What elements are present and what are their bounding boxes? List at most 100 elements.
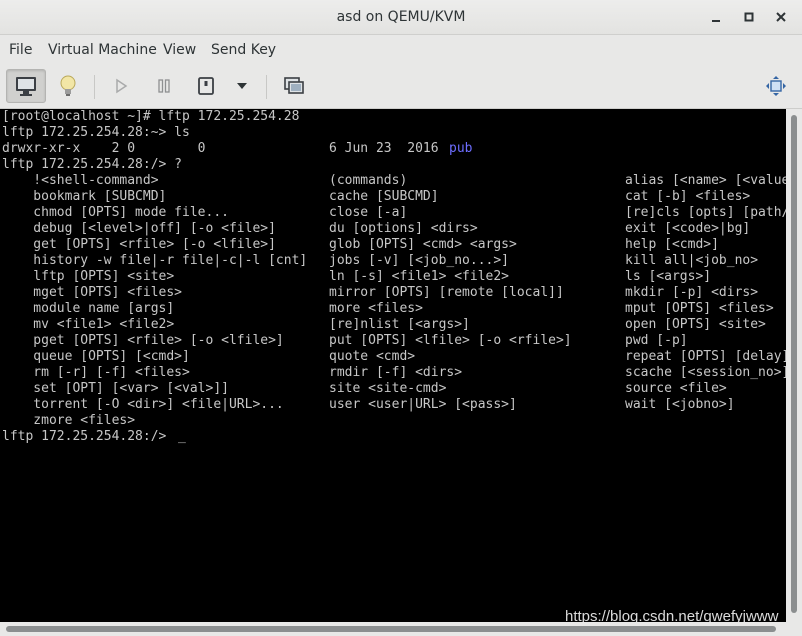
menu-virtual-machine[interactable]: Virtual Machine bbox=[48, 42, 157, 58]
terminal-text: mget [OPTS] <files> bbox=[2, 285, 183, 300]
terminal-text: source <file> bbox=[625, 381, 727, 396]
terminal-text: get [OPTS] <rfile> [-o <lfile>] bbox=[2, 237, 276, 252]
terminal-text: put [OPTS] <lfile> [-o <rfile>] bbox=[329, 333, 572, 348]
vertical-scroll-thumb[interactable] bbox=[791, 115, 797, 613]
power-icon bbox=[198, 77, 214, 95]
terminal-text: lftp 172.25.254.28:~> ls bbox=[2, 125, 190, 140]
terminal-text: bookmark [SUBCMD] bbox=[2, 189, 167, 204]
terminal-line: lftp 172.25.254.28:~> ls bbox=[2, 125, 786, 141]
play-icon bbox=[116, 78, 128, 94]
terminal-line: zmore <files> bbox=[2, 413, 786, 429]
horizontal-scroll-thumb[interactable] bbox=[6, 626, 776, 632]
terminal-text: open [OPTS] <site> bbox=[625, 317, 766, 332]
lightbulb-icon bbox=[60, 75, 76, 96]
close-button[interactable] bbox=[772, 8, 790, 26]
menu-send-key[interactable]: Send Key bbox=[211, 42, 276, 58]
terminal-line: [root@localhost ~]# lftp 172.25.254.28 bbox=[2, 109, 786, 125]
details-view-button[interactable] bbox=[50, 69, 86, 103]
title-bar: asd on QEMU/KVM bbox=[0, 0, 802, 35]
dropdown-arrow-icon bbox=[237, 83, 247, 89]
terminal-text: chmod [OPTS] mode file... bbox=[2, 205, 229, 220]
terminal-text: quote <cmd> bbox=[329, 349, 416, 364]
terminal-text: mput [OPTS] <files> bbox=[625, 301, 774, 316]
terminal-text: ln [-s] <file1> <file2> bbox=[329, 269, 510, 284]
terminal-text: ls [<args>] bbox=[625, 269, 712, 284]
vm-console-display[interactable]: [root@localhost ~]# lftp 172.25.254.28 lf… bbox=[0, 109, 786, 622]
terminal-text: exit [<code>|bg] bbox=[625, 221, 751, 236]
terminal-text: alias [<name> [<value bbox=[625, 173, 786, 188]
terminal-text: lftp 172.25.254.28:/> ? bbox=[2, 157, 183, 172]
terminal-prompt: lftp 172.25.254.28:/> bbox=[2, 429, 175, 444]
terminal-line: !<shell-command> (commands) alias [<name> … bbox=[2, 173, 786, 189]
terminal-text: site <site-cmd> bbox=[329, 381, 447, 396]
minimize-icon bbox=[712, 20, 720, 22]
window-title: asd on QEMU/KVM bbox=[336, 9, 466, 25]
monitor-icon bbox=[16, 77, 36, 96]
terminal-text: glob [OPTS] <cmd> <args> bbox=[329, 237, 517, 252]
close-icon bbox=[776, 12, 786, 22]
terminal-line: queue [OPTS] [<cmd>] quote <cmd> repeat [O… bbox=[2, 349, 786, 365]
terminal-line: bookmark [SUBCMD] cache [SUBCMD] cat [-b] … bbox=[2, 189, 786, 205]
terminal-text: pget [OPTS] <rfile> [-o <lfile>] bbox=[2, 333, 284, 348]
terminal-line: set [OPT] [<var> [<val>]] site <site-cmd>… bbox=[2, 381, 786, 397]
minimize-button[interactable] bbox=[707, 8, 725, 26]
terminal-line: history -w file|-r file|-c|-l [cnt] jobs … bbox=[2, 253, 786, 269]
terminal-text: debug [<level>|off] [-o <file>] bbox=[2, 221, 276, 236]
console-view-button[interactable] bbox=[6, 69, 46, 103]
terminal-text: mirror [OPTS] [remote [local]] bbox=[329, 285, 564, 300]
terminal-text: mkdir [-p] <dirs> bbox=[625, 285, 759, 300]
terminal-line: lftp [OPTS] <site> ln [-s] <file1> <file2… bbox=[2, 269, 786, 285]
shutdown-button[interactable] bbox=[188, 69, 224, 103]
horizontal-scrollbar[interactable] bbox=[0, 622, 786, 636]
terminal-line: drwxr-xr-x 2 0 0 6 Jun 23 2016 pub bbox=[2, 141, 786, 157]
terminal-text: [root@localhost ~]# lftp 172.25.254.28 bbox=[2, 109, 300, 124]
menu-view[interactable]: View bbox=[163, 42, 196, 58]
terminal-text: zmore <files> bbox=[2, 413, 136, 428]
terminal-text: cache [SUBCMD] bbox=[329, 189, 439, 204]
terminal-text: du [options] <dirs> bbox=[329, 221, 478, 236]
toolbar-separator bbox=[266, 75, 267, 99]
fullscreen-icon bbox=[766, 76, 786, 96]
terminal-text: rmdir [-f] <dirs> bbox=[329, 365, 463, 380]
directory-name: pub bbox=[449, 141, 473, 156]
terminal-text: (commands) bbox=[329, 173, 408, 188]
toolbar bbox=[0, 65, 802, 109]
terminal-text: queue [OPTS] [<cmd>] bbox=[2, 349, 190, 364]
toolbar-separator bbox=[94, 75, 95, 99]
snapshots-icon bbox=[284, 77, 304, 94]
terminal-line: lftp 172.25.254.28:/> ? bbox=[2, 157, 786, 173]
snapshots-button[interactable] bbox=[276, 69, 312, 103]
terminal-text: wait [<jobno>] bbox=[625, 397, 735, 412]
terminal-line: mv <file1> <file2> [re]nlist [<args>] open… bbox=[2, 317, 786, 333]
terminal-text: close [-a] bbox=[329, 205, 408, 220]
terminal-text: [re]cls [opts] [path/ bbox=[625, 205, 786, 220]
terminal-output: [root@localhost ~]# lftp 172.25.254.28 lf… bbox=[2, 109, 786, 445]
vertical-scrollbar[interactable] bbox=[786, 109, 802, 622]
terminal-text: more <files> bbox=[329, 301, 423, 316]
menu-file[interactable]: File bbox=[9, 42, 32, 58]
terminal-line: lftp 172.25.254.28:/> _ bbox=[2, 429, 786, 445]
terminal-text: drwxr-xr-x 2 0 0 bbox=[2, 141, 206, 156]
maximize-button[interactable] bbox=[740, 8, 758, 26]
terminal-line: get [OPTS] <rfile> [-o <lfile>] glob [OPT… bbox=[2, 237, 786, 253]
terminal-text: repeat [OPTS] [delay] bbox=[625, 349, 786, 364]
terminal-text: 6 Jun 23 2016 bbox=[329, 141, 447, 156]
fullscreen-button[interactable] bbox=[758, 69, 794, 103]
terminal-line: chmod [OPTS] mode file... close [-a] [re]c… bbox=[2, 205, 786, 221]
terminal-text: mv <file1> <file2> bbox=[2, 317, 175, 332]
terminal-text: cat [-b] <files> bbox=[625, 189, 751, 204]
terminal-text: !<shell-command> bbox=[2, 173, 159, 188]
menu-bar: File Virtual Machine View Send Key bbox=[0, 35, 802, 65]
shutdown-menu-button[interactable] bbox=[226, 69, 258, 103]
terminal-text: set [OPT] [<var> [<val>]] bbox=[2, 381, 229, 396]
terminal-text: jobs [-v] [<job_no...>] bbox=[329, 253, 510, 268]
terminal-text: history -w file|-r file|-c|-l [cnt] bbox=[2, 253, 308, 268]
terminal-line: debug [<level>|off] [-o <file>] du [optio… bbox=[2, 221, 786, 237]
terminal-text: scache [<session_no>] bbox=[625, 365, 786, 380]
pause-button[interactable] bbox=[146, 69, 182, 103]
terminal-text: [re]nlist [<args>] bbox=[329, 317, 470, 332]
terminal-cursor: _ bbox=[178, 429, 186, 444]
terminal-line: pget [OPTS] <rfile> [-o <lfile>] put [OPT… bbox=[2, 333, 786, 349]
run-button[interactable] bbox=[103, 69, 139, 103]
terminal-text: user <user|URL> [<pass>] bbox=[329, 397, 517, 412]
